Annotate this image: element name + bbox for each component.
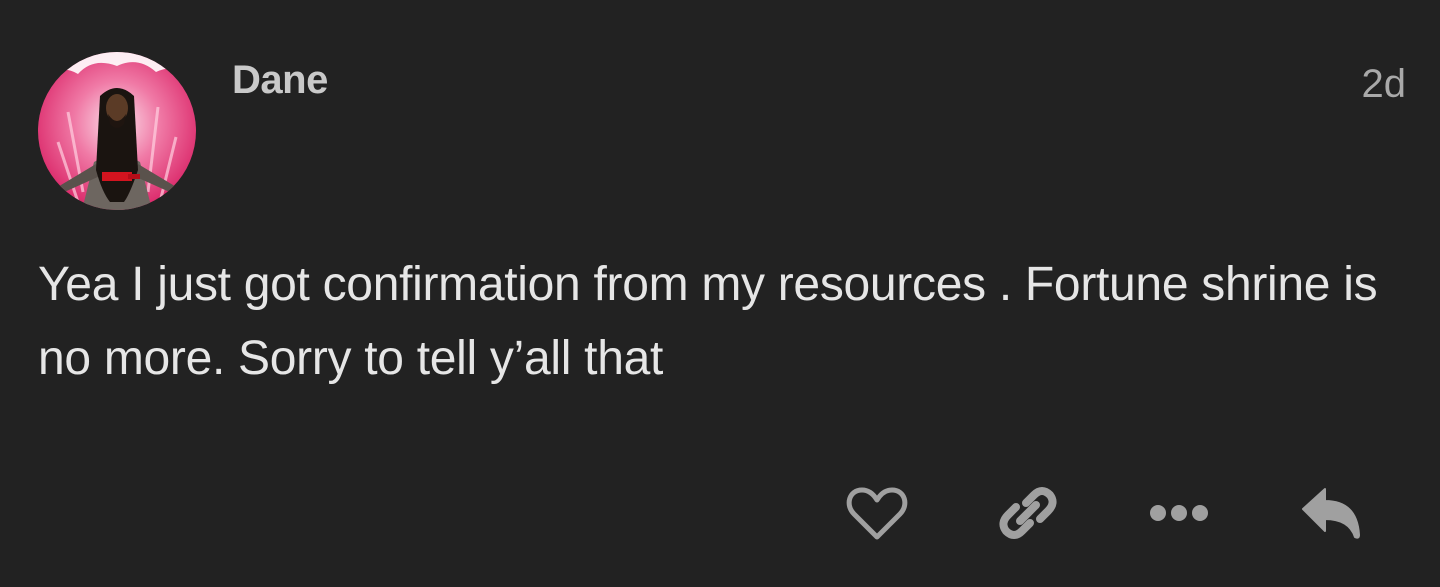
post-card: Dane 2d Yea I just got confirmation from… <box>0 0 1440 587</box>
like-button[interactable] <box>842 478 912 548</box>
reply-button[interactable] <box>1296 478 1366 548</box>
heart-icon <box>846 487 908 540</box>
author-name[interactable]: Dane <box>232 58 328 103</box>
post-body: Yea I just got confirmation from my reso… <box>38 258 1378 385</box>
post-timestamp[interactable]: 2d <box>1362 62 1407 107</box>
avatar-image <box>38 52 196 210</box>
user-avatar[interactable] <box>38 52 196 210</box>
copy-link-button[interactable] <box>993 478 1063 548</box>
reply-icon <box>1302 488 1360 539</box>
link-icon <box>999 487 1057 539</box>
more-options-button[interactable] <box>1144 478 1214 548</box>
ellipsis-icon <box>1150 505 1208 521</box>
post-actions <box>0 478 1440 548</box>
